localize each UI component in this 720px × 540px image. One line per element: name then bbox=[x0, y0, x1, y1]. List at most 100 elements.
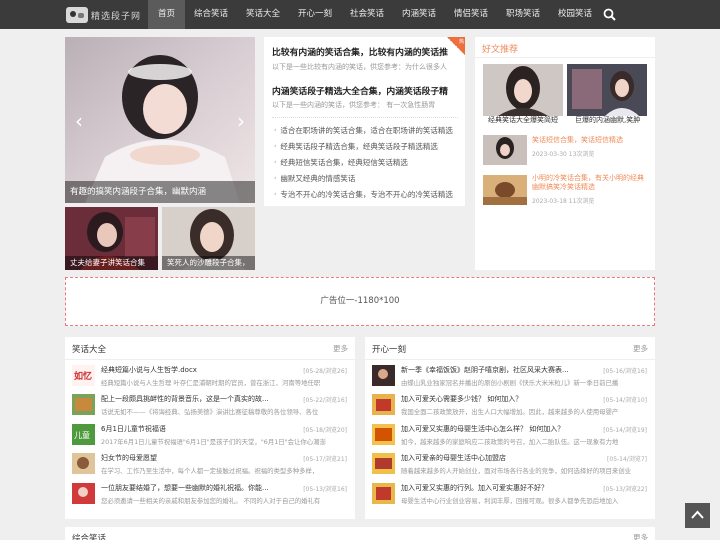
row-title[interactable]: 新一季《幸福饭饭》赵阴子嘻京剧，社区风采大赛表... bbox=[401, 365, 601, 375]
nav-home[interactable]: 首页 bbox=[148, 0, 185, 29]
row-snippet: 由蝶山乳业独家冠名并播出的原创小剧剧《快乐大米米粒儿》新一季日前已播 bbox=[401, 379, 619, 387]
happy-section: 开心一刻 更多 新一季《幸福饭饭》赵阴子嘻京剧，社区风采大赛表... [05-1… bbox=[365, 337, 655, 519]
row-date: [05-13/浏览16] bbox=[303, 486, 347, 493]
row-date: [05-18/浏览20] bbox=[303, 427, 347, 434]
recommend-list-meta: 2023-03-18 11次浏览 bbox=[532, 196, 594, 205]
row-snippet: 如今，越来越多的家庭响应二孩政策的号召，加入二胎队伍。这一现象有力地 bbox=[401, 438, 619, 446]
recommend-title: 好文推荐 bbox=[482, 45, 519, 55]
featured-slider[interactable]: ‹ › 有趣的搞笑内涵段子合集，幽默内涵 bbox=[65, 37, 255, 203]
row-title[interactable]: 配上一段颇具挑衅性的背景音乐，这是一个真实的故... bbox=[101, 394, 301, 404]
row-thumb bbox=[72, 483, 95, 504]
recommend-image bbox=[567, 64, 647, 116]
nav-comprehensive-jokes[interactable]: 综合笑话 bbox=[188, 0, 234, 29]
hot-list-item[interactable]: 经典笑话段子精选合集，经典笑话段子精选精选 bbox=[274, 141, 438, 152]
row-thumb bbox=[372, 483, 395, 504]
nav-joke-collection[interactable]: 笑话大全 bbox=[240, 0, 286, 29]
row-snippet: 您必须邀请一些相关的亲戚和朋友参加您的婚礼。 不同的人对于自己的婚礼有 bbox=[101, 497, 321, 505]
recommend-image bbox=[483, 64, 563, 116]
row-date: [05-16/浏览16] bbox=[603, 368, 647, 375]
nav-couple-jokes[interactable]: 情侣笑话 bbox=[448, 0, 494, 29]
row-title[interactable]: 加入可爱关心需要多少钱？ 如何加入？ bbox=[401, 394, 601, 404]
row-snippet: 在学习、工作乃至生活中，每个人都一定接触过祝福。祝福的类型多种多样， bbox=[101, 467, 319, 475]
jokes-more-link[interactable]: 更多 bbox=[333, 343, 348, 354]
row-snippet: 我国全面二孩政策放开，出生人口大幅增加。因此，越来越多的人使用母婴产 bbox=[401, 408, 619, 416]
row-snippet: 话说无如不——《将诲经典、弘扬美德》演讲比赛征稿尊敬的各位领导、各位 bbox=[101, 408, 319, 416]
featured-thumb[interactable]: 笑死人的沙雕段子合集， bbox=[162, 207, 255, 270]
row-snippet: 随着越来越多的人开始创业，面对市场各行各业的竞争，如何选择好的项目来创业 bbox=[401, 467, 632, 475]
recommend-list-image[interactable] bbox=[483, 175, 527, 205]
comprehensive-section-title[interactable]: 综合笑话 bbox=[72, 532, 106, 540]
row-title[interactable]: 一位朋友要结婚了，想要一些幽默的婚礼祝福。你能... bbox=[101, 483, 301, 493]
recommend-top-image[interactable] bbox=[567, 64, 647, 116]
hot-desc: 以下是一些比较有内涵的笑话，供您参考：为什么很多人 bbox=[272, 63, 447, 71]
slider-next-button[interactable]: › bbox=[232, 109, 250, 133]
row-snippet: 母婴生活中心行业创业容易，利润丰厚，回报可观。很多人都争先恐后地加入 bbox=[401, 497, 619, 505]
comprehensive-section: 综合笑话 更多 bbox=[65, 527, 655, 540]
row-date: [05-14/浏览7] bbox=[607, 456, 647, 463]
hot-list-item[interactable]: 适合在职场讲的笑话合集，适合在职场讲的笑话精选 bbox=[274, 125, 453, 136]
jokes-section: 笑话大全 更多 如忆 经典短篇小说与人生哲学.docx [05-28/浏览26]… bbox=[65, 337, 355, 519]
recommend-list-image[interactable] bbox=[483, 135, 527, 165]
slide-caption[interactable]: 有趣的搞笑内涵段子合集，幽默内涵 bbox=[65, 181, 255, 203]
recommend-panel: 好文推荐 经典笑话大全爆笑简短 巨爆的内涵幽默,笑肿 笑话短信合集，笑话短信精选… bbox=[475, 37, 655, 270]
svg-text:儿童: 儿童 bbox=[74, 430, 90, 440]
recommend-top-image[interactable] bbox=[483, 64, 563, 116]
hot-title[interactable]: 内涵笑话段子精选大全合集，内涵笑话段子精 bbox=[272, 84, 462, 97]
divider bbox=[65, 359, 355, 360]
row-thumb bbox=[372, 394, 395, 415]
row-date: [05-28/浏览26] bbox=[303, 368, 347, 375]
nav-innuendo-jokes[interactable]: 内涵笑话 bbox=[396, 0, 442, 29]
happy-section-title[interactable]: 开心一刻 bbox=[372, 343, 406, 355]
recommend-list-title[interactable]: 小明的冷笑话合集，有关小明的经典幽默搞笑冷笑话精选 bbox=[532, 174, 650, 192]
hot-badge-text: 热 bbox=[458, 39, 464, 45]
thumb-caption[interactable]: 笑死人的沙雕段子合集， bbox=[162, 256, 255, 270]
ad-banner[interactable]: 广告位一-1180*100 bbox=[65, 277, 655, 326]
comprehensive-more-link[interactable]: 更多 bbox=[633, 532, 648, 540]
hot-list-item[interactable]: 专治不开心的冷笑话合集，专治不开心的冷笑话精选 bbox=[274, 189, 453, 200]
nav-social-jokes[interactable]: 社会笑话 bbox=[344, 0, 390, 29]
hot-title[interactable]: 比较有内涵的笑话合集，比较有内涵的笑话推 bbox=[272, 45, 462, 58]
arrow-up-icon bbox=[691, 510, 704, 519]
happy-more-link[interactable]: 更多 bbox=[633, 343, 648, 354]
row-date: [05-13/浏览22] bbox=[603, 486, 647, 493]
slide-image bbox=[65, 37, 255, 203]
recommend-top-caption[interactable]: 经典笑话大全爆笑简短 bbox=[488, 115, 558, 125]
row-title[interactable]: 妇女节的母爱愿望 bbox=[101, 453, 301, 463]
divider bbox=[365, 359, 655, 360]
recommend-image bbox=[483, 135, 527, 165]
featured-thumb[interactable]: 丈夫给妻子讲笑话合集 bbox=[65, 207, 158, 270]
nav-happy-moment[interactable]: 开心一刻 bbox=[292, 0, 338, 29]
row-thumb: 如忆 bbox=[72, 365, 95, 386]
divider bbox=[475, 57, 655, 58]
row-title[interactable]: 加入可爱亲的母婴生活中心加盟店 bbox=[401, 453, 601, 463]
back-to-top-button[interactable] bbox=[685, 503, 710, 528]
nav-workplace-jokes[interactable]: 职场笑话 bbox=[500, 0, 546, 29]
row-thumb bbox=[72, 394, 95, 415]
row-thumb bbox=[72, 453, 95, 474]
slider-prev-button[interactable]: ‹ bbox=[70, 109, 88, 133]
row-title[interactable]: 加入可爱又实惠的母婴生活中心怎么样？ 如何加入？ bbox=[401, 424, 601, 434]
nav-campus-jokes[interactable]: 校园笑话 bbox=[552, 0, 598, 29]
row-thumb bbox=[372, 453, 395, 474]
hot-list-item[interactable]: 幽默又经典的情感笑话 bbox=[274, 173, 355, 184]
jokes-section-title[interactable]: 笑话大全 bbox=[72, 343, 106, 355]
hot-list-item[interactable]: 经典短信笑话合集，经典短信笑话精选 bbox=[274, 157, 408, 168]
recommend-views: 11次浏览 bbox=[568, 198, 595, 205]
row-title[interactable]: 6月1日儿童节祝福语 bbox=[101, 424, 301, 434]
search-icon[interactable] bbox=[603, 8, 616, 21]
row-date: [05-22/浏览16] bbox=[303, 397, 347, 404]
recommend-list-title[interactable]: 笑话短信合集，笑话短信精选 bbox=[532, 136, 650, 145]
row-snippet: 经典短篇小说与人生哲理 叶存仁是浦朝时期的官员，曾在浙江、河南等地任职 bbox=[101, 379, 321, 387]
logo-icon bbox=[66, 7, 88, 23]
hot-articles-panel: 热 比较有内涵的笑话合集，比较有内涵的笑话推 以下是一些比较有内涵的笑话，供您参… bbox=[264, 37, 465, 206]
row-title[interactable]: 经典短篇小说与人生哲学.docx bbox=[101, 365, 301, 375]
row-title[interactable]: 加入可爱又实惠的行列。加入可爱实惠好不好？ bbox=[401, 483, 601, 493]
recommend-image bbox=[483, 175, 527, 205]
row-date: [05-17/浏览21] bbox=[303, 456, 347, 463]
site-logo[interactable]: 精选段子网 bbox=[66, 6, 144, 24]
top-navbar: 精选段子网 首页 综合笑话 笑话大全 开心一刻 社会笑话 内涵笑话 情侣笑话 职… bbox=[0, 0, 720, 29]
thumb-caption[interactable]: 丈夫给妻子讲笑话合集 bbox=[65, 256, 158, 270]
row-date: [05-14/浏览19] bbox=[603, 427, 647, 434]
divider bbox=[272, 117, 458, 118]
recommend-top-caption[interactable]: 巨爆的内涵幽默,笑肿 bbox=[575, 115, 640, 125]
